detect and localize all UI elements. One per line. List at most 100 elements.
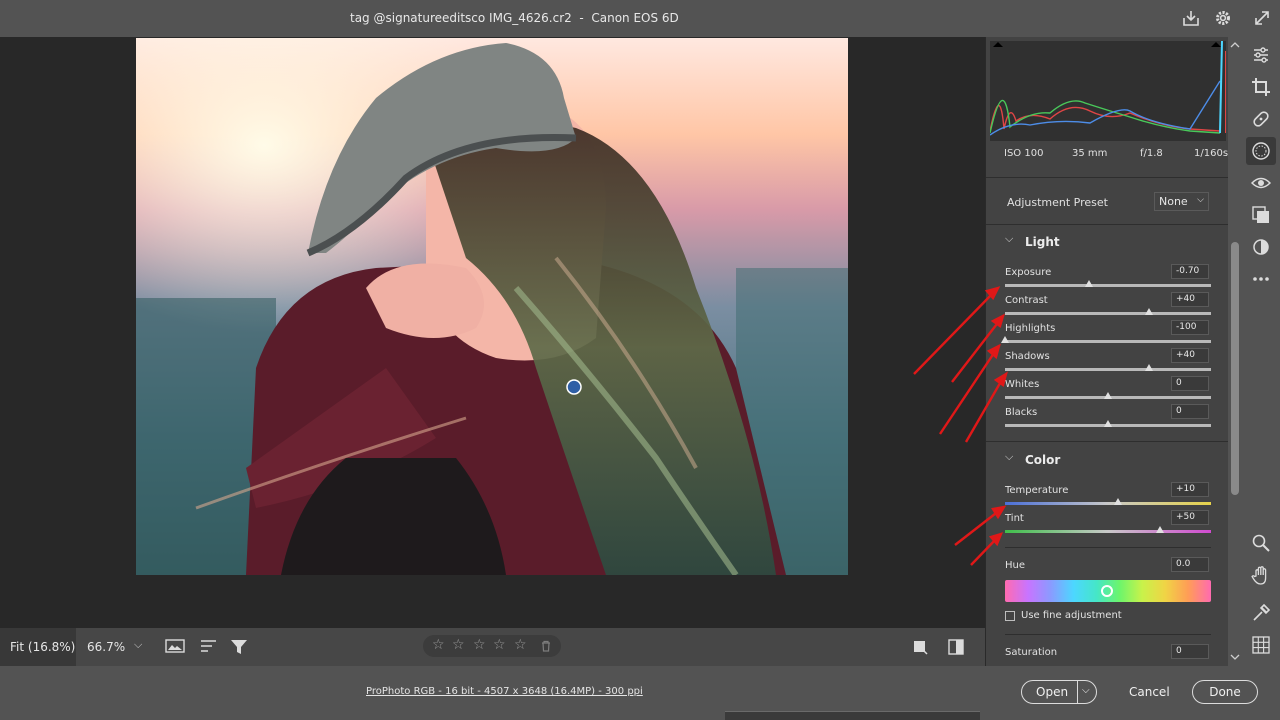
filter-icon[interactable] — [229, 638, 249, 656]
exif-iso: ISO 100 — [1004, 148, 1044, 159]
exposure-slider-track[interactable] — [1005, 284, 1211, 287]
exposure-slider-row: Exposure -0.70 — [986, 264, 1228, 295]
tint-value-field[interactable]: +50 — [1171, 510, 1209, 525]
sort-icon[interactable] — [199, 638, 219, 656]
temperature-label: Temperature — [1005, 485, 1069, 496]
temperature-slider-row: Temperature +10 — [986, 482, 1228, 513]
whites-label: Whites — [1005, 379, 1040, 390]
cancel-button[interactable]: Cancel — [1129, 685, 1170, 699]
whites-slider-thumb[interactable] — [1104, 392, 1112, 399]
blacks-slider-row: Blacks 0 — [986, 404, 1228, 435]
hue-label: Hue — [1005, 560, 1026, 571]
save-icon[interactable] — [1181, 8, 1201, 28]
zoom-level-label[interactable]: 66.7% — [87, 640, 125, 654]
exposure-label: Exposure — [1005, 267, 1052, 278]
window-title: tag @signatureeditsco IMG_4626.cr2 - Can… — [350, 11, 679, 25]
exposure-slider-thumb[interactable] — [1085, 280, 1094, 287]
zoom-fit-label: Fit (16.8%) — [10, 640, 76, 654]
zoom-fit-button[interactable]: Fit (16.8%) — [0, 628, 76, 666]
shadows-slider-row: Shadows +40 — [986, 348, 1228, 379]
contrast-value-field[interactable]: +40 — [1171, 292, 1209, 307]
chevron-down-icon[interactable]: ⌵ — [1082, 685, 1090, 696]
adjustment-preset-value: None — [1159, 195, 1188, 208]
color-sampler-icon[interactable] — [1251, 603, 1271, 623]
chevron-down-icon: ⌵ — [1005, 450, 1014, 463]
done-button[interactable]: Done — [1192, 680, 1258, 704]
red-eye-icon[interactable] — [1251, 173, 1271, 193]
fine-adjustment-row[interactable]: Use fine adjustment — [1005, 610, 1211, 626]
contrast-slider-row: Contrast +40 — [986, 292, 1228, 323]
image-canvas[interactable] — [0, 37, 985, 628]
hue-value-field[interactable]: 0.0 — [1171, 557, 1209, 572]
star-icon[interactable]: ☆ — [432, 637, 445, 653]
status-bar: ProPhoto RGB - 16 bit - 4507 x 3648 (16.… — [0, 666, 1280, 720]
highlights-slider-thumb[interactable] — [1001, 336, 1009, 343]
tint-label: Tint — [1005, 513, 1024, 524]
temperature-slider-thumb[interactable] — [1114, 498, 1123, 505]
shadows-slider-thumb[interactable] — [1145, 364, 1154, 371]
tint-slider-thumb[interactable] — [1155, 526, 1164, 533]
exif-info: ISO 100 35 mm f/1.8 1/160s — [986, 145, 1228, 165]
chevron-down-icon: ⌵ — [1197, 195, 1204, 205]
contrast-slider-track[interactable] — [1005, 312, 1211, 315]
temperature-slider-track[interactable] — [1005, 502, 1211, 505]
scroll-down-icon[interactable] — [1230, 653, 1240, 661]
masking-icon[interactable] — [1251, 141, 1271, 161]
zoom-icon[interactable] — [1251, 533, 1271, 553]
highlights-label: Highlights — [1005, 323, 1056, 334]
open-button[interactable]: Open ⌵ — [1021, 680, 1097, 704]
light-section-title: Light — [1025, 235, 1060, 249]
scrollbar-thumb[interactable] — [1231, 242, 1239, 495]
saturation-slider-row: Saturation 0 — [986, 644, 1228, 666]
adjustment-preset-select[interactable]: None ⌵ — [1154, 192, 1209, 211]
saturation-value-field[interactable]: 0 — [1171, 644, 1209, 659]
preview-icon[interactable] — [165, 638, 185, 656]
star-icon[interactable]: ☆ — [514, 637, 527, 653]
gear-icon[interactable] — [1213, 8, 1233, 28]
star-icon[interactable]: ☆ — [452, 637, 465, 653]
workflow-options-link[interactable]: ProPhoto RGB - 16 bit - 4507 x 3648 (16.… — [366, 686, 643, 697]
shadows-value-field[interactable]: +40 — [1171, 348, 1209, 363]
blacks-slider-thumb[interactable] — [1104, 420, 1112, 427]
exposure-value-field[interactable]: -0.70 — [1171, 264, 1209, 279]
grid-icon[interactable] — [1251, 635, 1271, 655]
fine-adjustment-label: Use fine adjustment — [1021, 610, 1122, 621]
light-section-header[interactable]: ⌵ Light — [986, 227, 1228, 257]
compare-icon[interactable] — [947, 638, 965, 656]
crop-icon[interactable] — [1251, 77, 1271, 97]
adjustment-preset-row: Adjustment Preset None ⌵ — [986, 177, 1228, 225]
shadows-label: Shadows — [1005, 351, 1050, 362]
highlights-slider-track[interactable] — [1005, 340, 1211, 343]
color-section-title: Color — [1025, 453, 1061, 467]
edit-sliders-icon[interactable] — [1251, 45, 1271, 65]
expand-icon[interactable] — [1252, 8, 1272, 28]
panel-scrollbar[interactable] — [1228, 37, 1242, 666]
highlights-slider-row: Highlights -100 — [986, 320, 1228, 351]
histogram — [989, 40, 1227, 141]
sampler-icon[interactable] — [912, 639, 928, 655]
whites-value-field[interactable]: 0 — [1171, 376, 1209, 391]
chevron-down-icon[interactable]: ⌵ — [134, 638, 142, 652]
photo-preview[interactable] — [136, 38, 848, 575]
highlights-value-field[interactable]: -100 — [1171, 320, 1209, 335]
hand-icon[interactable] — [1251, 565, 1271, 585]
healing-icon[interactable] — [1251, 109, 1271, 129]
more-icon[interactable] — [1251, 269, 1271, 289]
contrast-slider-thumb[interactable] — [1145, 308, 1154, 315]
blacks-value-field[interactable]: 0 — [1171, 404, 1209, 419]
fine-adjustment-checkbox[interactable] — [1005, 611, 1015, 621]
color-section-header[interactable]: ⌵ Color — [986, 445, 1228, 475]
star-icon[interactable]: ☆ — [473, 637, 486, 653]
trash-icon[interactable] — [540, 640, 552, 652]
temperature-value-field[interactable]: +10 — [1171, 482, 1209, 497]
contrast-label: Contrast — [1005, 295, 1048, 306]
hue-slider-knob[interactable] — [1101, 585, 1113, 597]
shadows-slider-track[interactable] — [1005, 368, 1211, 371]
hue-slider[interactable] — [1005, 580, 1211, 602]
presets-icon[interactable] — [1251, 205, 1271, 225]
star-rating[interactable]: ☆ ☆ ☆ ☆ ☆ — [423, 635, 561, 657]
tint-slider-track[interactable] — [1005, 530, 1211, 533]
snapshots-icon[interactable] — [1251, 237, 1271, 257]
scroll-up-icon[interactable] — [1230, 41, 1240, 49]
star-icon[interactable]: ☆ — [493, 637, 506, 653]
